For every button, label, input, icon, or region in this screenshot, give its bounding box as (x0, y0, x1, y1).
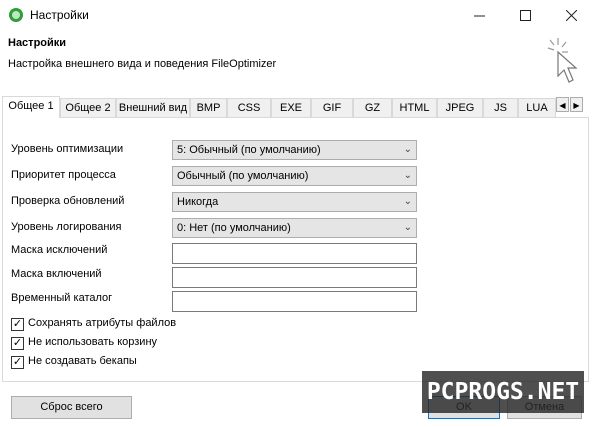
tab-html[interactable]: HTML (392, 98, 437, 117)
tab-bmp[interactable]: BMP (190, 98, 227, 117)
chevron-down-icon: ⌄ (403, 222, 412, 233)
tab-scroll-right-button[interactable]: ▶ (570, 97, 583, 112)
optimization-level-select[interactable]: 5: Обычный (по умолчанию) ⌄ (172, 140, 417, 160)
reset-all-button[interactable]: Сброс всего (11, 396, 132, 419)
tab-exe[interactable]: EXE (271, 98, 311, 117)
check-updates-select[interactable]: Никогда ⌄ (172, 192, 417, 212)
include-mask-input[interactable] (172, 267, 417, 288)
tab-strip: Общее 1 Общее 2 Внешний вид BMP CSS EXE … (0, 96, 594, 118)
include-mask-label: Маска включений (11, 268, 102, 280)
checkbox-checked-icon: ✓ (11, 337, 24, 350)
minimize-icon (473, 15, 485, 16)
no-backups-label: Не создавать бекапы (28, 355, 137, 367)
tab-css[interactable]: CSS (227, 98, 271, 117)
exclude-mask-input[interactable] (172, 243, 417, 264)
dialog-heading: Настройки (8, 37, 67, 49)
chevron-down-icon: ⌄ (403, 196, 412, 207)
checkbox-checked-icon: ✓ (11, 356, 24, 369)
title-bar: Настройки (0, 0, 594, 30)
tab-js[interactable]: JS (483, 98, 518, 117)
dialog-header: Настройки Настройка внешнего вида и пове… (0, 30, 594, 96)
tab-jpeg[interactable]: JPEG (437, 98, 483, 117)
tab-appearance[interactable]: Внешний вид (116, 98, 190, 117)
temp-dir-label: Временный каталог (11, 292, 113, 304)
optimization-level-value: 5: Обычный (по умолчанию) (177, 144, 321, 156)
tab-lua[interactable]: LUA (518, 98, 556, 117)
minimize-button[interactable] (456, 0, 502, 30)
dialog-subtitle: Настройка внешнего вида и поведения File… (8, 58, 277, 70)
log-level-value: 0: Нет (по умолчанию) (177, 222, 291, 234)
maximize-icon (519, 9, 531, 21)
checkbox-checked-icon: ✓ (11, 318, 24, 331)
check-updates-value: Никогда (177, 196, 219, 208)
process-priority-select[interactable]: Обычный (по умолчанию) ⌄ (172, 166, 417, 186)
chevron-down-icon: ⌄ (403, 144, 412, 155)
app-icon (9, 8, 23, 22)
tab-general-2[interactable]: Общее 2 (60, 98, 116, 117)
watermark: PCPROGS.NET (422, 371, 584, 413)
chevron-down-icon: ⌄ (403, 170, 412, 181)
maximize-button[interactable] (502, 0, 548, 30)
optimization-level-label: Уровень оптимизации (11, 143, 124, 155)
chevron-right-icon: ▶ (573, 101, 580, 110)
chevron-left-icon: ◀ (559, 101, 566, 110)
tab-general-1[interactable]: Общее 1 (2, 96, 60, 118)
temp-dir-input[interactable] (172, 291, 417, 312)
preserve-attributes-label: Сохранять атрибуты файлов (28, 317, 177, 329)
no-recycle-bin-label: Не использовать корзину (28, 336, 158, 348)
log-level-label: Уровень логирования (11, 221, 122, 233)
tab-gif[interactable]: GIF (311, 98, 353, 117)
check-updates-label: Проверка обновлений (11, 195, 125, 207)
close-icon (565, 9, 577, 21)
log-level-select[interactable]: 0: Нет (по умолчанию) ⌄ (172, 218, 417, 238)
tab-scroll-left-button[interactable]: ◀ (556, 97, 569, 112)
window-title: Настройки (30, 8, 89, 22)
close-button[interactable] (548, 0, 594, 30)
cursor-click-icon (547, 38, 578, 83)
process-priority-value: Обычный (по умолчанию) (177, 170, 309, 182)
tab-gz[interactable]: GZ (353, 98, 392, 117)
exclude-mask-label: Маска исключений (11, 244, 108, 256)
process-priority-label: Приоритет процесса (11, 169, 116, 181)
